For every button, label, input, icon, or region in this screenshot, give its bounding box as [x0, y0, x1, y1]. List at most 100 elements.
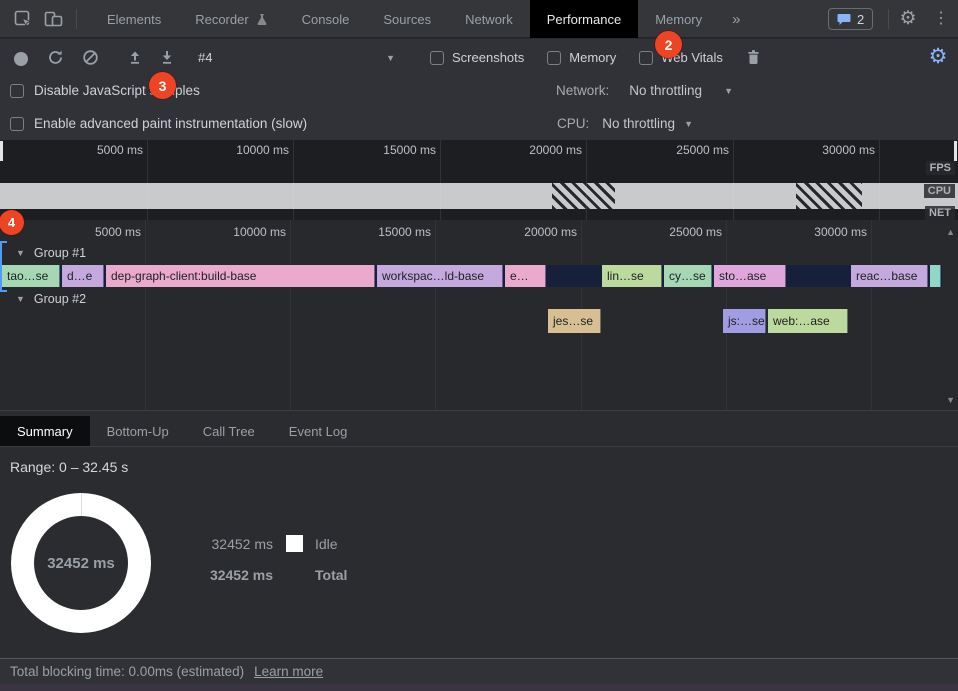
legend-value: 32452 ms	[203, 567, 273, 583]
flame-bar[interactable]: reac…base	[851, 265, 928, 287]
legend-value: 32452 ms	[203, 536, 273, 552]
flame-track: jes…se js:…seweb:…ase	[0, 309, 958, 333]
summary-legend: 32452 msIdle32452 msTotal	[203, 535, 347, 597]
flame-tick-label: 15000 ms	[321, 225, 431, 239]
clear-button[interactable]	[81, 48, 99, 66]
flame-bar[interactable]: dep-graph-client:build-base	[106, 265, 375, 287]
tab-network[interactable]: Network	[448, 0, 530, 38]
details-tab-bottom-up[interactable]: Bottom-Up	[90, 416, 186, 446]
tab-performance[interactable]: Performance	[530, 0, 638, 38]
details-tab-summary[interactable]: Summary	[0, 416, 90, 446]
flame-bar[interactable]	[930, 265, 941, 287]
checkbox-label: Memory	[569, 50, 616, 65]
annotation-badge-3: 3	[149, 72, 176, 99]
checkbox-memory[interactable]: Memory	[547, 50, 616, 65]
flame-group-header[interactable]: ▼ Group #1	[16, 246, 86, 260]
flame-bar[interactable]: sto…ase	[714, 265, 786, 287]
inspect-icon[interactable]	[13, 10, 33, 28]
flame-tick-label: 5000 ms	[31, 225, 141, 239]
paint-instrumentation-checkbox[interactable]	[10, 117, 24, 131]
total-blocking-time-text: Total blocking time: 0.00ms (estimated)	[10, 664, 244, 679]
checkbox-box[interactable]	[639, 51, 653, 65]
flame-tick-label: 30000 ms	[757, 225, 867, 239]
flame-group-label: Group #1	[34, 246, 86, 260]
window-bottom-strip	[0, 684, 958, 691]
cpu-busy-region	[796, 183, 862, 209]
chevron-down-icon: ▼	[386, 53, 395, 63]
scroll-down-icon[interactable]: ▼	[946, 395, 955, 405]
overview-right-handle[interactable]	[954, 141, 957, 161]
settings-gear-icon[interactable]: ⚙	[898, 9, 918, 27]
reload-record-button[interactable]	[46, 48, 64, 66]
performance-toolbar: #4 ▼ Screenshots Memory Web Vitals ⚙	[0, 39, 958, 76]
flame-bar[interactable]: cy…se	[664, 265, 712, 287]
annotation-badge-4: 4	[0, 210, 24, 235]
save-profile-icon[interactable]	[158, 48, 176, 66]
range-text: Range: 0 – 32.45 s	[10, 459, 128, 475]
paint-instrumentation-row[interactable]: Enable advanced paint instrumentation (s…	[10, 116, 307, 131]
cpu-throttling-select[interactable]: CPU: No throttling ▼	[557, 116, 693, 131]
tab-recorder[interactable]: Recorder	[178, 0, 284, 38]
tab-label: Sources	[383, 12, 431, 27]
tab-elements[interactable]: Elements	[90, 0, 178, 38]
flame-group-header[interactable]: ▼ Group #2	[16, 292, 86, 306]
panel-tabs: Elements Recorder Console Sources NetworkPer…	[90, 0, 753, 38]
divider	[888, 9, 889, 29]
flame-bar[interactable]: e…	[505, 265, 546, 287]
record-button[interactable]	[12, 50, 30, 68]
console-messages-chip[interactable]: 2	[828, 8, 873, 30]
collapse-triangle-icon: ▼	[16, 294, 25, 304]
learn-more-link[interactable]: Learn more	[254, 664, 323, 679]
overview-tick-label: 25000 ms	[619, 143, 729, 157]
device-toolbar-icon[interactable]	[43, 10, 63, 28]
collapse-triangle-icon: ▼	[16, 248, 25, 258]
overview-tick-label: 20000 ms	[472, 143, 582, 157]
overview-gridline	[293, 140, 294, 220]
overview-tick-label: 5000 ms	[33, 143, 143, 157]
summary-donut-chart: 32452 ms	[11, 493, 151, 633]
cpu-busy-region	[552, 183, 615, 209]
perf-settings-gear-icon[interactable]: ⚙	[929, 47, 947, 65]
checkbox-box[interactable]	[547, 51, 561, 65]
network-throttling-select[interactable]: Network: No throttling ▼	[556, 83, 733, 98]
legend-swatch	[286, 535, 303, 552]
tab-sources[interactable]: Sources	[366, 0, 448, 38]
network-throttling-label: Network:	[556, 83, 609, 98]
tab-label: Recorder	[195, 12, 248, 27]
history-select[interactable]: #4 ▼	[198, 46, 395, 69]
flame-bar[interactable]: js:…se	[723, 309, 766, 333]
flame-bar[interactable]: web:…ase	[768, 309, 848, 333]
more-tabs-icon[interactable]: »	[719, 0, 753, 38]
flame-bar[interactable]: lin…se	[602, 265, 662, 287]
flame-bar[interactable]: jes…se	[548, 309, 601, 333]
flame-group-label: Group #2	[34, 292, 86, 306]
flame-chart[interactable]: ▲ ▼ 5000 ms10000 ms15000 ms20000 ms25000…	[0, 220, 958, 411]
flame-bar[interactable]: tao…se	[2, 265, 60, 287]
details-tab-event-log[interactable]: Event Log	[272, 416, 365, 446]
flame-selection-bracket	[0, 241, 7, 292]
disable-js-samples-checkbox[interactable]	[10, 84, 24, 98]
load-profile-icon[interactable]	[126, 48, 144, 66]
flame-bar[interactable]: workspac…ld-base	[377, 265, 503, 287]
more-menu-icon[interactable]: ⋮	[931, 10, 951, 28]
flame-bar[interactable]: d…e	[62, 265, 104, 287]
flame-tick-label: 10000 ms	[176, 225, 286, 239]
trash-icon[interactable]	[744, 48, 762, 66]
tab-memory[interactable]: Memory	[638, 0, 719, 38]
overview-cpu-band	[0, 183, 958, 209]
flame-tick-label: 20000 ms	[467, 225, 577, 239]
details-panel: SummaryBottom-UpCall TreeEvent Log Range…	[0, 411, 958, 658]
legend-swatch-spacer	[286, 566, 303, 583]
tab-label: Elements	[107, 12, 161, 27]
checkbox-box[interactable]	[430, 51, 444, 65]
divider	[76, 9, 77, 29]
overview-left-handle[interactable]	[0, 141, 3, 161]
checkbox-screenshots[interactable]: Screenshots	[430, 50, 524, 65]
timeline-overview[interactable]: FPS CPU NET 5000 ms10000 ms15000 ms20000…	[0, 140, 958, 220]
scroll-up-icon[interactable]: ▲	[946, 227, 955, 237]
overview-tick-label: 15000 ms	[326, 143, 436, 157]
message-bubble-icon	[837, 13, 851, 26]
details-tab-call-tree[interactable]: Call Tree	[186, 416, 272, 446]
tab-console[interactable]: Console	[285, 0, 367, 38]
checkbox-web-vitals[interactable]: Web Vitals	[639, 50, 723, 65]
